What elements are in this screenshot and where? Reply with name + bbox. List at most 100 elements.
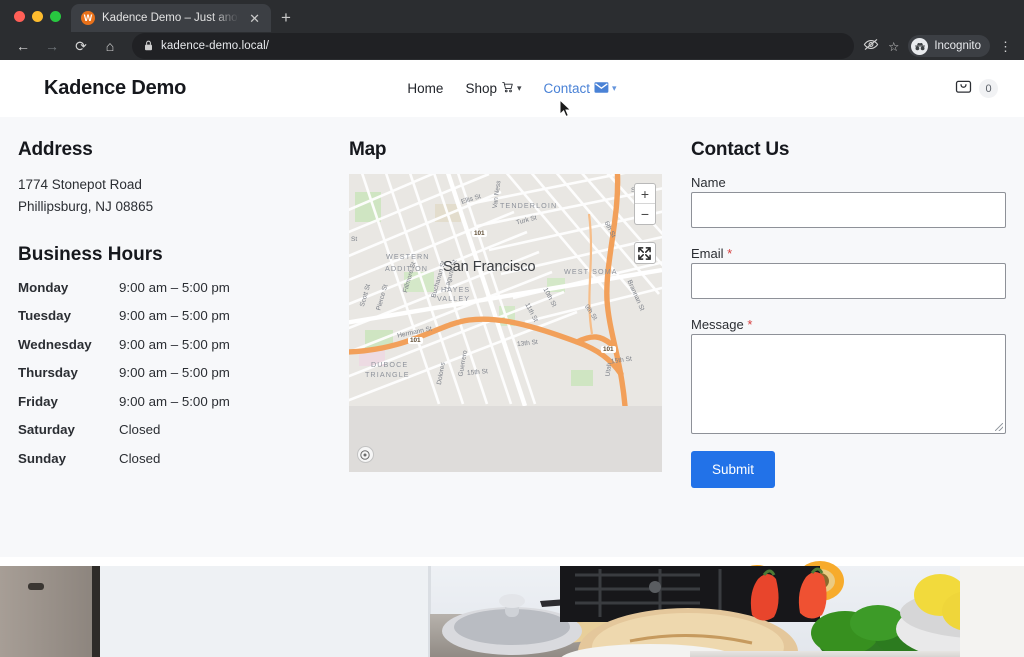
toolbar-actions: ☆ Incognito ⋮	[863, 35, 1014, 57]
lock-icon	[144, 40, 153, 53]
cart-widget[interactable]: 0	[955, 78, 998, 100]
business-hours-time: 9:00 am – 5:00 pm	[119, 365, 349, 394]
business-hours-day: Sunday	[18, 451, 119, 480]
name-input[interactable]	[691, 192, 1006, 228]
map-column: Map	[349, 139, 673, 488]
minimize-window-button[interactable]	[32, 11, 43, 22]
email-label-text: Email	[691, 246, 724, 261]
address-column: Address 1774 Stonepot Road Phillipsburg,…	[18, 139, 349, 488]
business-hours-row: Monday9:00 am – 5:00 pm	[18, 280, 349, 309]
home-button[interactable]: ⌂	[97, 33, 123, 59]
nav-label-home: Home	[407, 81, 443, 96]
nav-label-contact: Contact	[544, 81, 591, 96]
map-tiles	[349, 174, 662, 472]
business-hours-day: Tuesday	[18, 308, 119, 337]
reload-button[interactable]: ⟳	[68, 33, 94, 59]
nav-item-home[interactable]: Home	[407, 81, 443, 96]
contact-form-column: Contact Us Name Email * Message * Sub	[673, 139, 1006, 488]
cart-count-badge: 0	[979, 79, 998, 98]
main-navigation: Home Shop ▾ Contact	[407, 81, 616, 96]
business-hours-time: 9:00 am – 5:00 pm	[119, 308, 349, 337]
business-hours-day: Monday	[18, 280, 119, 309]
contact-form-heading: Contact Us	[691, 139, 1006, 161]
envelope-icon	[594, 81, 608, 96]
business-hours-row: Wednesday9:00 am – 5:00 pm	[18, 337, 349, 366]
address-heading: Address	[18, 139, 349, 161]
nav-label-shop: Shop	[465, 81, 497, 96]
hero-image	[0, 557, 1024, 657]
tab-title: Kadence Demo – Just another	[102, 12, 239, 24]
email-required-mark: *	[727, 246, 732, 261]
email-field-label: Email *	[691, 246, 732, 261]
cart-icon	[501, 81, 513, 96]
name-field-label: Name	[691, 175, 726, 190]
incognito-indicator[interactable]: Incognito	[908, 35, 990, 57]
business-hours-row: Tuesday9:00 am – 5:00 pm	[18, 308, 349, 337]
map-compass-button[interactable]	[357, 446, 374, 463]
back-button[interactable]: ←	[10, 33, 36, 59]
business-hours-row: SaturdayClosed	[18, 422, 349, 451]
chevron-down-icon[interactable]: ▾	[612, 83, 617, 94]
nav-item-contact[interactable]: Contact ▾	[544, 81, 617, 96]
page-viewport: Kadence Demo Home Shop ▾ Contact	[0, 60, 1024, 657]
name-label-text: Name	[691, 175, 726, 190]
tab-strip: Kadence Demo – Just another ✕ +	[0, 0, 1024, 32]
message-textarea[interactable]	[691, 334, 1006, 434]
forward-button[interactable]: →	[39, 33, 65, 59]
address-city-state: Phillipsburg, NJ 08865	[18, 196, 349, 218]
site-logo[interactable]: Kadence Demo	[44, 77, 186, 100]
bookmark-star-icon[interactable]: ☆	[888, 39, 899, 54]
browser-chrome: Kadence Demo – Just another ✕ + ← → ⟳ ⌂ …	[0, 0, 1024, 60]
business-hours-time: 9:00 am – 5:00 pm	[119, 337, 349, 366]
business-hours-row: Friday9:00 am – 5:00 pm	[18, 394, 349, 423]
business-hours-time: Closed	[119, 451, 349, 480]
incognito-avatar-icon	[911, 38, 928, 55]
map-fullscreen-button[interactable]	[634, 242, 656, 264]
site-header: Kadence Demo Home Shop ▾ Contact	[0, 60, 1024, 117]
message-field-label: Message *	[691, 317, 752, 332]
wordpress-favicon-icon	[81, 11, 95, 25]
new-tab-button[interactable]: +	[271, 4, 301, 32]
address-bar[interactable]: kadence-demo.local/	[132, 33, 854, 59]
kitchen-photo	[0, 557, 1024, 657]
business-hours-time: 9:00 am – 5:00 pm	[119, 394, 349, 423]
browser-menu-icon[interactable]: ⋮	[999, 40, 1012, 53]
close-tab-icon[interactable]: ✕	[246, 10, 263, 27]
business-hours-row: Thursday9:00 am – 5:00 pm	[18, 365, 349, 394]
message-required-mark: *	[747, 317, 752, 332]
business-hours-row: SundayClosed	[18, 451, 349, 480]
browser-toolbar: ← → ⟳ ⌂ kadence-demo.local/ ☆	[0, 32, 1024, 60]
business-hours-day: Friday	[18, 394, 119, 423]
page-content: Address 1774 Stonepot Road Phillipsburg,…	[0, 117, 1024, 557]
map-controls: + −	[634, 183, 656, 264]
map-embed[interactable]: San Francisco TENDERLOIN WESTERN ADDITIO…	[349, 174, 662, 472]
shopping-bag-icon	[955, 78, 972, 100]
chevron-down-icon[interactable]: ▾	[517, 83, 522, 94]
business-hours-time: Closed	[119, 422, 349, 451]
business-hours-table: Monday9:00 am – 5:00 pmTuesday9:00 am – …	[18, 280, 349, 480]
business-hours-day: Saturday	[18, 422, 119, 451]
window-traffic-lights	[10, 0, 71, 32]
browser-tab[interactable]: Kadence Demo – Just another ✕	[71, 4, 271, 32]
compass-icon	[360, 450, 370, 460]
submit-button[interactable]: Submit	[691, 451, 775, 488]
eye-slash-icon[interactable]	[863, 38, 879, 54]
map-heading: Map	[349, 139, 673, 161]
map-zoom-control: + −	[634, 183, 656, 225]
business-hours-heading: Business Hours	[18, 244, 349, 266]
textarea-resize-handle[interactable]	[995, 423, 1003, 431]
close-window-button[interactable]	[14, 11, 25, 22]
business-hours-day: Thursday	[18, 365, 119, 394]
incognito-label: Incognito	[934, 40, 981, 52]
three-column-layout: Address 1774 Stonepot Road Phillipsburg,…	[0, 139, 1024, 488]
maximize-window-button[interactable]	[50, 11, 61, 22]
map-zoom-in-button[interactable]: +	[635, 184, 655, 204]
message-label-text: Message	[691, 317, 744, 332]
address-street: 1774 Stonepot Road	[18, 174, 349, 196]
nav-item-shop[interactable]: Shop ▾	[465, 81, 521, 96]
url-text: kadence-demo.local/	[161, 40, 269, 52]
email-input[interactable]	[691, 263, 1006, 299]
map-zoom-out-button[interactable]: −	[635, 204, 655, 224]
fullscreen-icon	[638, 247, 651, 260]
business-hours-time: 9:00 am – 5:00 pm	[119, 280, 349, 309]
